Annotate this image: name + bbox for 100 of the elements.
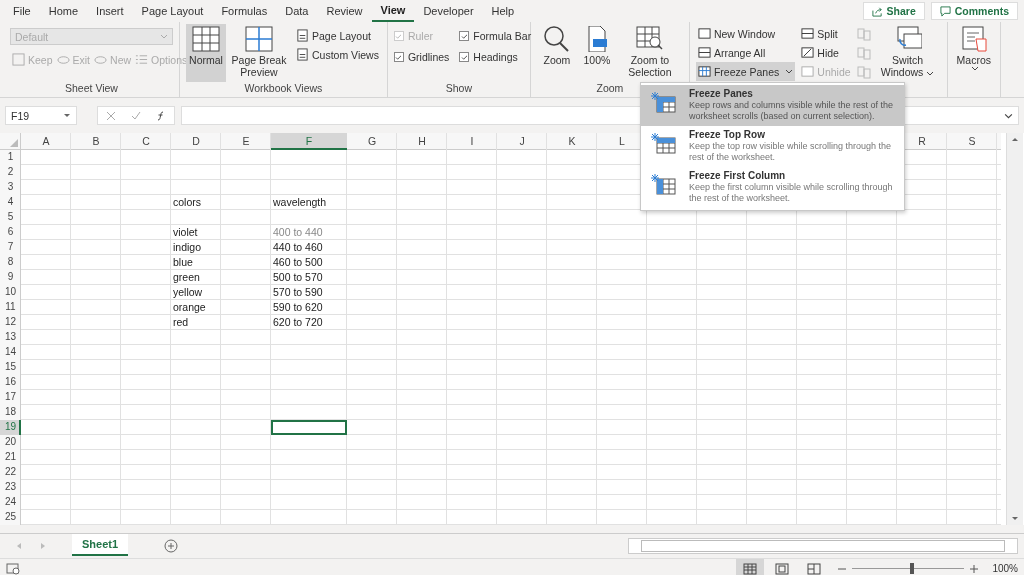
select-all-icon[interactable] [9, 138, 19, 148]
row-header[interactable]: 21 [0, 450, 21, 465]
column-header[interactable]: B [71, 133, 121, 150]
cancel-icon[interactable] [105, 110, 116, 121]
caret-icon [785, 69, 794, 74]
row-header[interactable]: 3 [0, 180, 21, 195]
ribbon-button[interactable]: Hide [799, 43, 853, 62]
menu-item[interactable]: Freeze Top Row Keep the top row visible while scrolling through the rest of the worksheet. [641, 126, 904, 167]
ribbon-button[interactable]: New Window [695, 24, 796, 43]
ribbon-button[interactable]: 100% [576, 24, 617, 82]
row-header[interactable]: 1 [0, 150, 21, 165]
row-header[interactable]: 14 [0, 345, 21, 360]
menu-tab[interactable]: Help [482, 0, 524, 22]
menu-tab[interactable]: Formulas [212, 0, 277, 22]
sheet-tab[interactable]: Sheet1 [72, 533, 129, 556]
row-header[interactable]: 23 [0, 480, 21, 495]
previous-sheet-icon[interactable] [16, 542, 22, 550]
ribbon-button[interactable]: Page Break Preview [226, 24, 292, 82]
zoom-slider[interactable] [909, 563, 914, 574]
menu-item[interactable]: Freeze First Column Keep the first column visible while scrolling through the rest of the worksheet. [641, 167, 904, 208]
up-arrow-icon[interactable] [1011, 137, 1019, 142]
row-header[interactable]: 7 [0, 240, 21, 255]
add-sheet-icon[interactable] [164, 539, 179, 553]
column-header[interactable]: I [447, 133, 497, 150]
zoom-level: 100% [992, 563, 1018, 574]
table-cell-text: 500 to 570 [272, 270, 324, 285]
ribbon-button[interactable]: Normal [186, 24, 226, 82]
ribbon-button[interactable]: Page Layout [294, 26, 381, 45]
menu-item-description: Keep rows and columns visible while the rest of the worksheet scrolls (based on current selection). [689, 100, 895, 122]
checkbox[interactable]: Headings [459, 51, 532, 63]
menu-tab[interactable]: Developer [414, 0, 483, 22]
ribbon-button[interactable]: Split [799, 24, 853, 43]
checkbox[interactable]: Gridlines [393, 51, 450, 63]
column-header[interactable]: E [221, 133, 271, 150]
row-header[interactable]: 4 [0, 195, 21, 210]
share-icon [871, 5, 883, 17]
share-button[interactable]: Share [862, 2, 925, 20]
column-header[interactable]: J [497, 133, 547, 150]
column-header[interactable]: F [271, 133, 347, 150]
comments-button[interactable]: Comments [930, 2, 1018, 20]
row-header[interactable]: 17 [0, 390, 21, 405]
macros-button[interactable]: Macros [953, 24, 994, 97]
table-cell-text: 620 to 720 [272, 315, 324, 330]
ribbon-button[interactable]: Zoom to Selection [616, 24, 683, 82]
checkbox[interactable]: Formula Bar [459, 30, 532, 42]
menu-item[interactable]: Freeze Panes Keep rows and columns visible while the rest of the worksheet scrolls (based on current selection). [641, 85, 904, 126]
row-header[interactable]: 2 [0, 165, 21, 180]
row-header[interactable]: 11 [0, 300, 21, 315]
column-header[interactable]: D [171, 133, 221, 150]
table-cell-text: wavelength [272, 195, 328, 210]
ribbon-button[interactable]: Custom Views [294, 45, 381, 64]
group-label: Show [444, 82, 474, 96]
row-header[interactable]: 19 [0, 420, 21, 435]
macro-record-icon[interactable] [6, 562, 20, 575]
row-header[interactable]: 5 [0, 210, 21, 225]
table-cell-text: 460 to 500 [272, 255, 324, 270]
name-box[interactable]: F19 [5, 106, 77, 125]
column-header[interactable]: S [947, 133, 997, 150]
row-header[interactable]: 13 [0, 330, 21, 345]
row-header[interactable]: 8 [0, 255, 21, 270]
caret-icon [160, 34, 168, 39]
zoom-in-icon[interactable] [970, 564, 979, 573]
next-sheet-icon[interactable] [40, 542, 46, 550]
ribbon-button[interactable]: Freeze Panes [695, 62, 796, 81]
menu-tab[interactable]: Review [317, 0, 372, 22]
row-header[interactable]: 12 [0, 315, 21, 330]
row-header[interactable]: 10 [0, 285, 21, 300]
row-header[interactable]: 6 [0, 225, 21, 240]
row-header[interactable]: 25 [0, 510, 21, 525]
column-header[interactable]: A [21, 133, 71, 150]
row-header[interactable]: 16 [0, 375, 21, 390]
table-cell-text: 570 to 590 [272, 285, 324, 300]
row-header[interactable]: 9 [0, 270, 21, 285]
menu-tab[interactable]: Data [276, 0, 318, 22]
expand-icon[interactable] [1004, 112, 1013, 119]
menu-tab[interactable]: View [371, 0, 415, 22]
ribbon-button[interactable]: Arrange All [695, 43, 796, 62]
column-header[interactable]: G [347, 133, 397, 150]
row-header[interactable]: 18 [0, 405, 21, 420]
view-button[interactable] [736, 559, 765, 575]
horizontal-scrollbar[interactable] [628, 538, 1018, 554]
menu-tab[interactable]: Home [39, 0, 88, 22]
menu-tab[interactable]: File [4, 0, 40, 22]
menu-tab[interactable]: Page Layout [132, 0, 213, 22]
macro-sheet-icon [959, 26, 988, 52]
check-icon[interactable] [131, 110, 141, 121]
ribbon-button[interactable]: Zoom [536, 24, 577, 82]
column-header[interactable]: C [121, 133, 171, 150]
row-header[interactable]: 24 [0, 495, 21, 510]
row-header[interactable]: 22 [0, 465, 21, 480]
table-cell-text: yellow [172, 285, 204, 300]
column-header[interactable]: K [547, 133, 597, 150]
down-arrow-icon[interactable] [1011, 516, 1019, 521]
column-header[interactable]: H [397, 133, 447, 150]
new-window-icon [697, 27, 711, 40]
row-header[interactable]: 15 [0, 360, 21, 375]
grid-icon [743, 562, 758, 575]
menu-tab[interactable]: Insert [87, 0, 133, 22]
row-header[interactable]: 20 [0, 435, 21, 450]
page-icon [296, 29, 309, 42]
